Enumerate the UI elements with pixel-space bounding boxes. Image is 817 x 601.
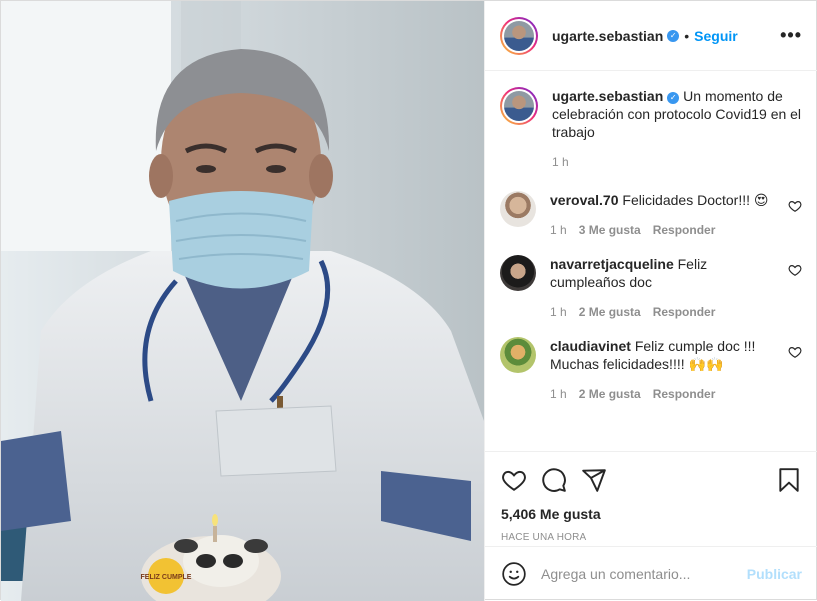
follow-button[interactable]: Seguir <box>694 28 738 44</box>
reply-button[interactable]: Responder <box>653 303 716 321</box>
comments-list[interactable]: ugarte.sebastian ✓ Un momento de celebrac… <box>485 71 817 451</box>
comment-input[interactable] <box>541 566 747 582</box>
verified-badge-icon: ✓ <box>667 92 680 104</box>
doctor-photo-illustration: FELIZ CUMPLE <box>1 1 484 601</box>
comment-item: navarretjacqueline Feliz cumpleaños doc … <box>500 255 802 321</box>
comment-time[interactable]: 1 h <box>550 385 567 403</box>
reply-button[interactable]: Responder <box>653 221 716 239</box>
comment-likes[interactable]: 3 Me gusta <box>579 221 641 239</box>
comment-item: veroval.70 Felicidades Doctor!!! 😍 1 h 3… <box>500 191 802 239</box>
comment-item: claudiavinet Feliz cumple doc !!! Muchas… <box>500 337 802 403</box>
post-actions: 5,406 Me gusta HACE UNA HORA <box>485 451 817 546</box>
more-options-icon[interactable]: ••• <box>780 25 802 46</box>
post-header: ugarte.sebastian ✓ • Seguir ••• <box>485 1 817 71</box>
cake-label: FELIZ CUMPLE <box>141 574 192 581</box>
heart-icon[interactable] <box>788 199 802 213</box>
heart-icon[interactable] <box>788 345 802 359</box>
publish-button[interactable]: Publicar <box>747 566 802 582</box>
add-comment-bar: Publicar <box>485 546 817 601</box>
comment-icon[interactable] <box>541 467 567 493</box>
caption: ugarte.sebastian ✓ Un momento de celebrac… <box>500 87 802 171</box>
avatar[interactable] <box>500 255 536 291</box>
comment-username[interactable]: navarretjacqueline <box>550 256 674 272</box>
comment-likes[interactable]: 2 Me gusta <box>579 385 641 403</box>
comment-time[interactable]: 1 h <box>550 221 567 239</box>
avatar <box>504 91 534 121</box>
story-ring[interactable] <box>500 16 538 55</box>
caption-username[interactable]: ugarte.sebastian <box>552 88 663 104</box>
caption-avatar-ring[interactable] <box>500 87 538 125</box>
separator-dot: • <box>684 27 690 44</box>
avatar[interactable] <box>500 191 536 227</box>
bookmark-icon[interactable] <box>776 467 802 493</box>
caption-time[interactable]: 1 h <box>552 153 569 171</box>
comment-time[interactable]: 1 h <box>550 303 567 321</box>
avatar[interactable] <box>500 337 536 373</box>
post-side-panel: ugarte.sebastian ✓ • Seguir ••• ugarte.s… <box>484 1 817 601</box>
header-username[interactable]: ugarte.sebastian <box>552 28 663 44</box>
avatar <box>504 20 534 51</box>
heart-icon[interactable] <box>501 467 527 493</box>
post-time-ago[interactable]: HACE UNA HORA <box>501 532 802 543</box>
comment-username[interactable]: veroval.70 <box>550 192 619 208</box>
emoji-icon[interactable] <box>501 561 527 587</box>
verified-badge-icon: ✓ <box>667 29 680 42</box>
likes-count[interactable]: 5,406 Me gusta <box>501 506 802 522</box>
post-photo[interactable]: FELIZ CUMPLE <box>1 1 484 601</box>
comment-text: Felicidades Doctor!!! 😍 <box>622 192 769 208</box>
heart-icon[interactable] <box>788 263 802 277</box>
share-icon[interactable] <box>581 467 607 493</box>
comment-likes[interactable]: 2 Me gusta <box>579 303 641 321</box>
comment-username[interactable]: claudiavinet <box>550 338 631 354</box>
post-modal: FELIZ CUMPLE ugarte.sebastian ✓ • Seguir… <box>0 0 817 601</box>
reply-button[interactable]: Responder <box>653 385 716 403</box>
